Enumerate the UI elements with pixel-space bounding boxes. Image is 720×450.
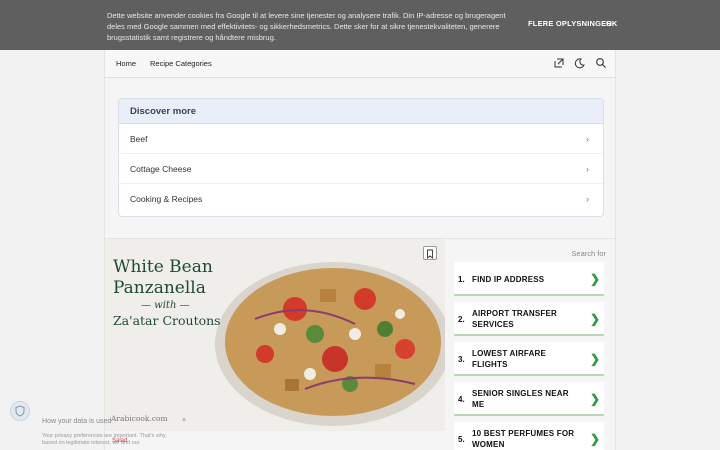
ad-label: FIND IP ADDRESS [472,274,545,284]
ok-button[interactable]: OK [606,19,617,28]
ad-link-1[interactable]: 1. FIND IP ADDRESS ❯ [454,262,604,296]
hero-title: White Bean Panzanella — with — Za'atar C… [113,257,221,329]
search-ads-column: Search for 1. FIND IP ADDRESS ❯ 2. AIRPO… [454,247,606,450]
discover-item-label: Beef [130,134,148,144]
nav-home-link[interactable]: Home [116,59,136,68]
ad-link-2[interactable]: 2. AIRPORT TRANSFER SERVICES ❯ [454,302,604,336]
more-info-button[interactable]: FLERE OPLYSNINGER [528,19,612,28]
hero-title-with: — with — [141,300,190,311]
chevron-right-icon: ❯ [589,312,600,326]
discover-item-label: Cooking & Recipes [130,194,203,204]
chevron-right-icon: ❯ [589,272,600,286]
ads-search-label: Search for [571,249,606,258]
chevron-right-icon: › [586,164,589,174]
privacy-widget: How your data is used × Your privacy pre… [0,395,200,450]
ad-number: 1. [458,274,465,284]
bookmark-icon[interactable] [423,246,437,260]
ad-number: 2. [458,314,465,324]
top-nav: Home Recipe Categories [105,50,615,78]
shield-icon[interactable] [10,401,30,421]
close-icon[interactable]: × [182,417,186,424]
ad-label: AIRPORT TRANSFER SERVICES [472,309,557,329]
chevron-right-icon: ❯ [589,432,600,446]
discover-more-panel: Discover more Beef › Cottage Cheese › Co… [118,98,604,217]
hero-title-line2: Panzanella [113,278,206,298]
discover-item-cooking-recipes[interactable]: Cooking & Recipes › [119,184,603,214]
cookie-consent-bar: Dette website anvender cookies fra Googl… [0,0,720,50]
ad-link-4[interactable]: 4. SENIOR SINGLES NEAR ME ❯ [454,382,604,416]
ad-label: LOWEST AIRFARE FLIGHTS [472,349,547,369]
ad-link-3[interactable]: 3. LOWEST AIRFARE FLIGHTS ❯ [454,342,604,376]
discover-item-cottage-cheese[interactable]: Cottage Cheese › [119,154,603,184]
ad-link-5[interactable]: 5. 10 BEST PERFUMES FOR WOMEN ❯ [454,422,604,450]
share-icon[interactable] [553,57,565,69]
dark-mode-icon[interactable] [574,57,586,69]
ad-number: 5. [458,434,465,444]
ad-number: 3. [458,354,465,364]
chevron-right-icon: ❯ [589,392,600,406]
ad-label: SENIOR SINGLES NEAR ME [472,389,569,409]
discover-more-heading: Discover more [119,99,603,124]
ad-number: 4. [458,394,465,404]
hero-title-sub: Za'atar Croutons [113,313,221,328]
nav-recipe-categories-link[interactable]: Recipe Categories [150,59,212,68]
privacy-action-button[interactable]: Salad [112,438,127,444]
cookie-notice-text: Dette website anvender cookies fra Googl… [107,11,506,42]
discover-item-label: Cottage Cheese [130,164,192,174]
discover-item-beef[interactable]: Beef › [119,124,603,154]
ad-label: 10 BEST PERFUMES FOR WOMEN [472,429,575,449]
privacy-heading: How your data is used [42,418,112,425]
chevron-right-icon: › [586,194,589,204]
hero-title-line1: White Bean [113,257,213,277]
search-icon[interactable] [595,57,607,69]
chevron-right-icon: › [586,134,589,144]
chevron-right-icon: ❯ [589,352,600,366]
